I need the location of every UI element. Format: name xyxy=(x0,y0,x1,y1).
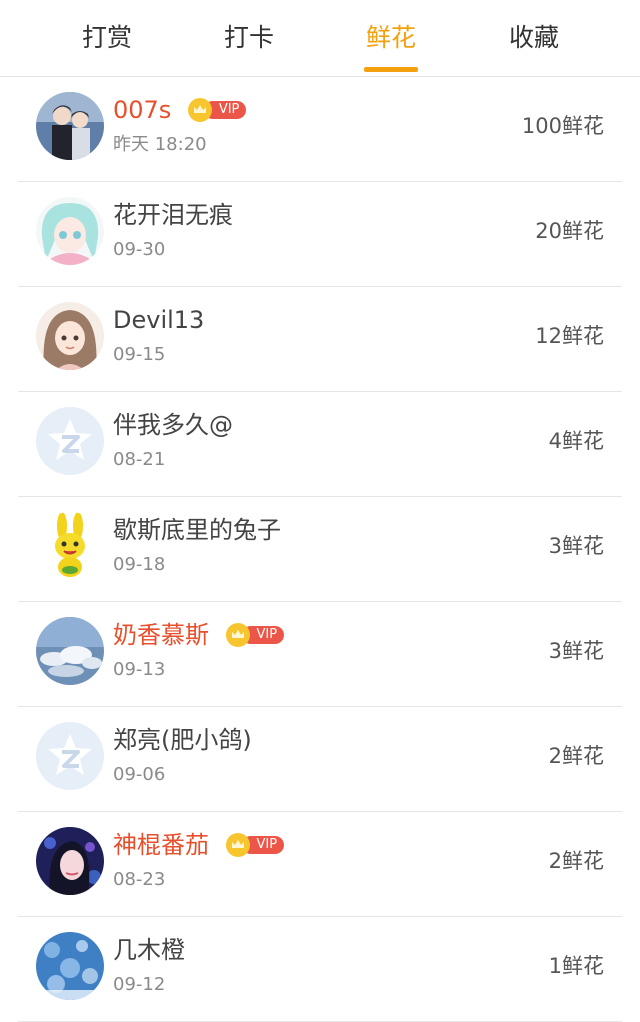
vip-badge: VIP xyxy=(226,623,285,647)
list-item[interactable]: Devil13 09-15 12鲜花 xyxy=(18,287,622,392)
list-item[interactable]: 007s VIP 昨天 18:20 100鲜花 xyxy=(18,77,622,182)
crown-icon xyxy=(188,98,213,122)
gift-time: 09-12 xyxy=(113,974,166,995)
avatar[interactable] xyxy=(36,827,104,895)
user-name[interactable]: 奶香慕斯 xyxy=(113,618,209,652)
flower-amount: 4鲜花 xyxy=(548,429,604,453)
user-name[interactable]: 歇斯底里的兔子 xyxy=(113,513,281,547)
user-name[interactable]: 几木橙 xyxy=(113,933,185,967)
list-item[interactable]: 伴我多久@ 08-21 4鲜花 xyxy=(18,392,622,497)
list-item[interactable]: 奶香慕斯 VIP 09-13 3鲜花 xyxy=(18,602,622,707)
flower-amount: 3鲜花 xyxy=(548,534,604,558)
vip-badge: VIP xyxy=(226,833,285,857)
avatar[interactable] xyxy=(36,197,104,265)
avatar[interactable] xyxy=(36,302,104,370)
user-name[interactable]: Devil13 xyxy=(113,303,204,337)
gift-time: 昨天 18:20 xyxy=(113,134,207,155)
gift-time: 09-13 xyxy=(113,659,166,680)
user-name[interactable]: 神棍番茄 xyxy=(113,828,209,862)
avatar[interactable] xyxy=(36,407,104,475)
flower-amount: 1鲜花 xyxy=(548,954,604,978)
list-item[interactable]: 郑亮(肥小鸽) 09-06 2鲜花 xyxy=(18,707,622,812)
tab-reward[interactable]: 打赏 xyxy=(47,18,167,58)
flower-amount: 3鲜花 xyxy=(548,639,604,663)
user-name[interactable]: 郑亮(肥小鸽) xyxy=(113,723,252,757)
active-tab-indicator xyxy=(364,67,418,72)
avatar[interactable] xyxy=(36,512,104,580)
list-item[interactable]: 花开泪无痕 09-30 20鲜花 xyxy=(18,182,622,287)
list-item[interactable]: 几木橙 09-12 1鲜花 xyxy=(18,917,622,1022)
crown-icon xyxy=(226,833,251,857)
vip-badge: VIP xyxy=(188,98,247,122)
user-name[interactable]: 007s xyxy=(113,93,171,127)
flower-amount: 2鲜花 xyxy=(548,744,604,768)
tab-flowers[interactable]: 鲜花 xyxy=(331,18,451,58)
list-item[interactable]: 歇斯底里的兔子 09-18 3鲜花 xyxy=(18,497,622,602)
gift-time: 09-06 xyxy=(113,764,166,785)
flower-amount: 20鲜花 xyxy=(535,219,604,243)
gift-time: 09-18 xyxy=(113,554,166,575)
avatar[interactable] xyxy=(36,722,104,790)
user-name[interactable]: 花开泪无痕 xyxy=(113,198,233,232)
gift-time: 08-21 xyxy=(113,449,166,470)
flower-amount: 100鲜花 xyxy=(521,114,604,138)
crown-icon xyxy=(226,623,251,647)
flower-amount: 12鲜花 xyxy=(535,324,604,348)
tab-checkin[interactable]: 打卡 xyxy=(189,18,309,58)
avatar[interactable] xyxy=(36,932,104,1000)
flower-gift-list: 007s VIP 昨天 18:20 100鲜花 花开泪无痕 09-30 20鲜花… xyxy=(0,77,640,1022)
gift-time: 09-15 xyxy=(113,344,166,365)
flower-amount: 2鲜花 xyxy=(548,849,604,873)
user-name[interactable]: 伴我多久@ xyxy=(113,408,233,442)
gift-time: 08-23 xyxy=(113,869,166,890)
tab-bar: 打赏 打卡 鲜花 收藏 xyxy=(0,0,640,77)
gift-time: 09-30 xyxy=(113,239,166,260)
tab-favorites[interactable]: 收藏 xyxy=(474,18,594,58)
list-item[interactable]: 神棍番茄 VIP 08-23 2鲜花 xyxy=(18,812,622,917)
avatar[interactable] xyxy=(36,92,104,160)
avatar[interactable] xyxy=(36,617,104,685)
